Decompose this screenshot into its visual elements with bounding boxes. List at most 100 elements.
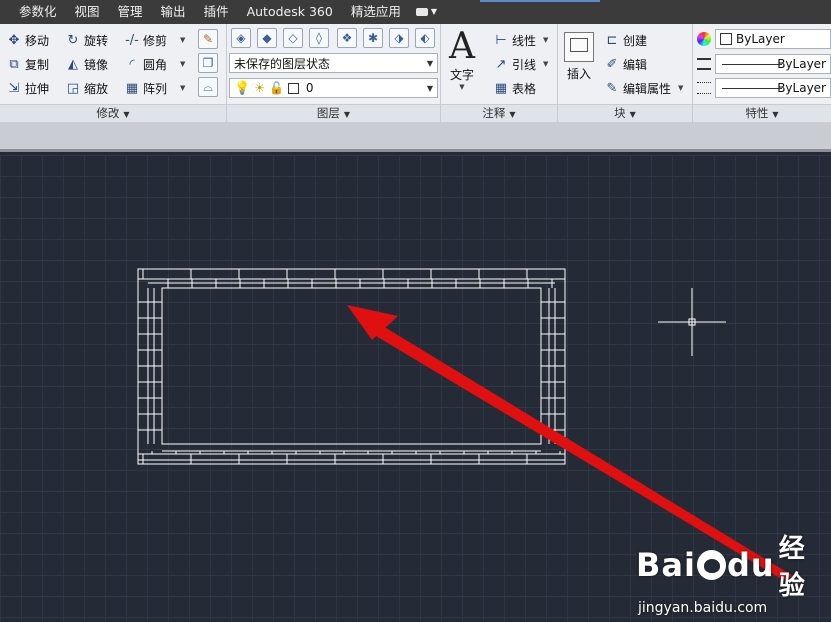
- brick-wall-outline: [137, 268, 566, 465]
- chevron-down-icon: ▼: [180, 84, 186, 92]
- linetype-icon[interactable]: [697, 58, 711, 70]
- move-icon: ✥: [8, 32, 20, 48]
- current-layer-select[interactable]: 💡 ☀ 🔓 0 ▼: [229, 78, 438, 98]
- insert-icon: [564, 32, 594, 62]
- layer-state-select[interactable]: 未保存的图层状态 ▼: [229, 53, 438, 73]
- menu-plugins[interactable]: 插件: [195, 0, 238, 24]
- sun-icon: ☀: [254, 81, 265, 95]
- mirror-button[interactable]: ◭ 镜像: [65, 54, 108, 74]
- panel-title-block[interactable]: 块 ▼: [558, 104, 692, 122]
- move-button[interactable]: ✥ 移动: [6, 30, 49, 50]
- paw-icon: [696, 550, 726, 580]
- panel-title-label: 块: [614, 106, 626, 120]
- layer-lock-icon[interactable]: ✱: [363, 28, 383, 48]
- chevron-down-icon: ▼: [543, 60, 549, 68]
- baidu-logo: Bai du 经验: [636, 528, 831, 602]
- panel-title-modify[interactable]: 修改 ▼: [0, 104, 226, 122]
- chevron-down-icon: ▼: [543, 36, 549, 44]
- array-label: 阵列: [143, 81, 168, 96]
- offset-icon[interactable]: ⌓: [198, 77, 218, 97]
- edit-attributes-icon: ✎: [606, 80, 618, 96]
- fillet-button[interactable]: ◜ 圆角 ▼: [124, 54, 185, 74]
- trim-icon: -/-: [125, 32, 139, 48]
- panel-title-properties[interactable]: 特性 ▼: [693, 104, 831, 122]
- menu-parametric[interactable]: 参数化: [10, 0, 66, 24]
- layer-freeze-icon[interactable]: ❖: [337, 28, 357, 48]
- lineweight-select[interactable]: ByLayer: [715, 78, 831, 98]
- drawing-canvas[interactable]: Bai du 经验 jingyan.baidu.com: [0, 155, 831, 622]
- lightbulb-icon: 💡: [234, 80, 251, 96]
- leader-button[interactable]: ↗ 引线 ▼: [493, 54, 549, 74]
- stretch-button[interactable]: ⇲ 拉伸: [6, 78, 49, 98]
- watermark-brand-cn: 经验: [778, 534, 806, 601]
- explode-icon[interactable]: ❐: [198, 53, 218, 73]
- mirror-label: 镜像: [84, 57, 109, 72]
- menu-manage[interactable]: 管理: [109, 0, 152, 24]
- erase-icon[interactable]: ✎: [198, 29, 218, 49]
- create-block-button[interactable]: ⊏ 创建: [604, 30, 647, 50]
- rotate-label: 旋转: [84, 33, 109, 48]
- layer-isolate-icon[interactable]: ◇: [283, 28, 303, 48]
- current-layer-value: 0: [305, 81, 314, 95]
- edit-block-button[interactable]: ✐ 编辑: [604, 54, 647, 74]
- menu-output[interactable]: 输出: [152, 0, 195, 24]
- trim-button[interactable]: -/- 修剪 ▼: [124, 30, 185, 50]
- mirror-icon: ◭: [68, 56, 78, 72]
- create-block-icon: ⊏: [606, 32, 618, 48]
- chevron-down-icon: ▼: [426, 83, 433, 93]
- table-label: 表格: [512, 81, 537, 96]
- stretch-icon: ⇲: [8, 80, 20, 96]
- copy-label: 复制: [25, 57, 50, 72]
- array-button[interactable]: ▦ 阵列 ▼: [124, 78, 186, 98]
- text-button[interactable]: A 文字 ▼: [449, 26, 475, 92]
- ribbon: ✥ 移动 ↻ 旋转 -/- 修剪 ▼ ✎ ⧉ 复制 ◭ 镜像 ◜ 圆角 ▼ ❐ ⇲ 拉伸 ◲ 缩放 …: [0, 24, 831, 122]
- layer-walk-icon[interactable]: ⬗: [389, 28, 409, 48]
- text-icon: A: [449, 26, 475, 67]
- panel-title-layers[interactable]: 图层 ▼: [227, 104, 440, 122]
- chevron-down-icon: ▼: [678, 84, 684, 92]
- panel-title-label: 图层: [316, 106, 340, 120]
- panel-title-annotation[interactable]: 注释 ▼: [441, 104, 557, 122]
- menu-autodesk-360[interactable]: Autodesk 360: [238, 0, 342, 24]
- panel-properties: ByLayer ByLayer ByLayer 特性 ▼: [693, 24, 831, 122]
- panel-block: 插入 ⊏ 创建 ✐ 编辑 ✎ 编辑属性 ▼ 块 ▼: [558, 24, 693, 122]
- leader-icon: ↗: [495, 56, 507, 72]
- menu-view[interactable]: 视图: [66, 0, 109, 24]
- panel-title-label: 特性: [745, 106, 769, 120]
- layer-match-icon[interactable]: ◊: [309, 28, 329, 48]
- scale-button[interactable]: ◲ 缩放: [65, 78, 108, 98]
- baidu-watermark: Bai du 经验 jingyan.baidu.com: [636, 528, 831, 616]
- scale-icon: ◲: [66, 80, 80, 96]
- table-button[interactable]: ▦ 表格: [493, 78, 536, 98]
- fillet-icon: ◜: [129, 56, 135, 72]
- copy-button[interactable]: ⧉ 复制: [6, 54, 49, 74]
- ribbon-toggle-button[interactable]: ▼: [410, 0, 443, 24]
- menu-featured-apps[interactable]: 精选应用: [342, 0, 410, 24]
- text-label: 文字: [449, 68, 474, 82]
- insert-label: 插入: [566, 67, 591, 81]
- layer-properties-icon[interactable]: ◈: [231, 28, 251, 48]
- linetype-select[interactable]: ByLayer: [715, 54, 831, 74]
- rotate-button[interactable]: ↻ 旋转: [65, 30, 108, 50]
- edit-label: 编辑: [623, 57, 648, 72]
- color-swatch-icon: [287, 82, 299, 94]
- array-icon: ▦: [125, 80, 139, 96]
- color-wheel-icon[interactable]: [697, 32, 711, 46]
- move-label: 移动: [25, 33, 50, 48]
- edit-attributes-button[interactable]: ✎ 编辑属性 ▼: [604, 78, 684, 98]
- layer-stack-icon[interactable]: ◆: [257, 28, 277, 48]
- lineweight-icon[interactable]: [697, 82, 711, 94]
- linear-dimension-button[interactable]: ⊢ 线性 ▼: [493, 30, 548, 50]
- linear-label: 线性: [512, 33, 537, 48]
- panel-title-label: 修改: [96, 106, 120, 120]
- color-value: ByLayer: [736, 32, 785, 46]
- scale-label: 缩放: [84, 81, 109, 96]
- edit-block-icon: ✐: [606, 56, 618, 72]
- watermark-brand-right: du: [727, 546, 775, 584]
- color-select[interactable]: ByLayer: [715, 29, 831, 49]
- linetype-value: ByLayer: [777, 57, 826, 71]
- crosshair-cursor: [658, 288, 726, 356]
- layer-merge-icon[interactable]: ⬖: [415, 28, 435, 48]
- insert-button[interactable]: 插入: [564, 32, 594, 82]
- edit-attributes-label: 编辑属性: [623, 81, 672, 96]
